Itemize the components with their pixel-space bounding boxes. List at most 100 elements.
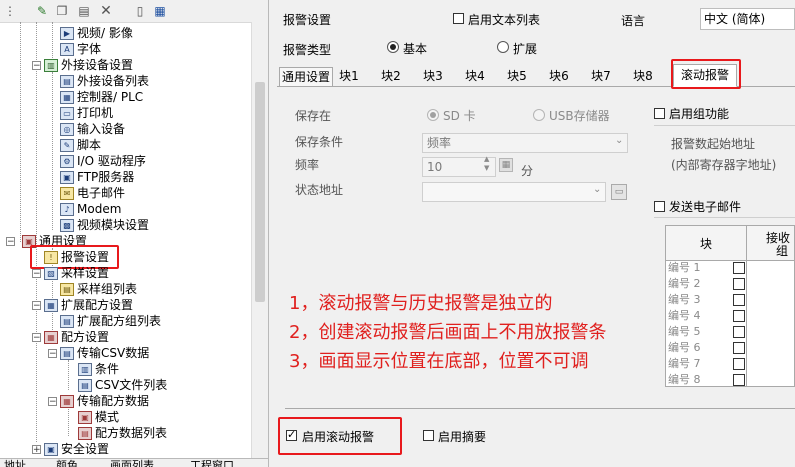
csv-icon: ▤ xyxy=(60,346,74,360)
tree-item-video[interactable]: ▶ 视频/ 影像 xyxy=(60,25,133,41)
email-block-table: 块 接收 组 编号 1 编号 2 编号 3 编号 4 编号 5 编号 6 编号 … xyxy=(665,225,795,387)
collapse-toggle[interactable]: − xyxy=(48,397,57,407)
send-email-checkbox[interactable] xyxy=(654,201,665,212)
tree-item-security[interactable]: ▣ 安全设置 xyxy=(44,441,109,457)
tree-item-input-device[interactable]: ◎ 输入设备 xyxy=(60,121,125,137)
enable-scroll-alarm-checkbox[interactable] xyxy=(286,428,297,441)
tab-block8[interactable]: 块8 xyxy=(629,67,657,85)
tree-item-alarm-settings[interactable]: ! 报警设置 xyxy=(44,249,109,265)
tab-block6[interactable]: 块6 xyxy=(545,67,573,85)
alarm-type-extended-label: 扩展 xyxy=(513,42,538,56)
tree-item-sampling-groups[interactable]: ▤ 采样组列表 xyxy=(60,281,137,297)
tree-item-printer[interactable]: ▭ 打印机 xyxy=(60,105,113,121)
collapse-toggle[interactable]: + xyxy=(32,445,41,455)
divider xyxy=(654,125,795,126)
tab-project-window[interactable]: 工程窗口 xyxy=(190,459,234,467)
tab-block7[interactable]: 块7 xyxy=(587,67,615,85)
frequency-unit: 分 xyxy=(521,164,534,178)
collapse-toggle[interactable]: − xyxy=(6,237,15,247)
row-checkbox[interactable] xyxy=(733,294,745,306)
row-checkbox[interactable] xyxy=(733,278,745,290)
language-select[interactable]: 中文 (简体) xyxy=(700,8,795,30)
edit-icon[interactable]: ✎ xyxy=(34,3,50,19)
table-row: 编号 2 xyxy=(668,277,701,290)
tree-item-sampling[interactable]: ▧ 采样设置 xyxy=(44,265,109,281)
frequency-label: 频率 xyxy=(295,158,320,172)
table-row: 编号 7 xyxy=(668,357,701,370)
sampling-icon: ▧ xyxy=(44,266,58,280)
scrollbar-thumb[interactable] xyxy=(255,82,265,302)
tree-item-condition[interactable]: ▥ 条件 xyxy=(78,361,119,377)
tab-color[interactable]: 颜色 xyxy=(56,459,78,467)
enable-group-checkbox[interactable] xyxy=(654,108,665,119)
alarm-type-basic-radio[interactable] xyxy=(387,41,399,53)
tab-general[interactable]: 通用设置 xyxy=(279,67,333,86)
table-row: 编号 4 xyxy=(668,309,701,322)
tab-address[interactable]: 地址 xyxy=(4,459,26,467)
copy-icon[interactable]: ❐ xyxy=(54,3,70,19)
grip-icon: ⋮ xyxy=(4,4,16,18)
list-icon: ▤ xyxy=(60,74,74,88)
printer-icon: ▭ xyxy=(60,106,74,120)
alarm-type-extended-radio[interactable] xyxy=(497,41,509,53)
tree-item-recipe-data-list[interactable]: ▤ 配方数据列表 xyxy=(78,425,167,441)
row-checkbox[interactable] xyxy=(733,310,745,322)
collapse-toggle[interactable]: − xyxy=(32,301,41,311)
usb-radio[interactable] xyxy=(533,109,545,121)
mail-icon: ✉ xyxy=(60,186,74,200)
enable-summary-checkbox[interactable] xyxy=(423,430,434,441)
tree-item-font[interactable]: A 字体 xyxy=(60,41,101,57)
enable-text-list-checkbox[interactable] xyxy=(453,13,464,24)
paste-icon[interactable]: ▤ xyxy=(76,3,92,19)
tree-line xyxy=(36,22,37,442)
tree-item-recipe[interactable]: ▦ 配方设置 xyxy=(44,329,109,345)
status-address-input[interactable] xyxy=(422,182,606,202)
document-icon[interactable]: ▯ xyxy=(132,3,148,19)
tree-item-external-devices[interactable]: ▥ 外接设备设置 xyxy=(44,57,133,73)
tab-scroll-alarm[interactable]: 滚动报警 xyxy=(673,64,737,87)
save-condition-select[interactable]: 频率 xyxy=(422,133,628,153)
tree-item-email[interactable]: ✉ 电子邮件 xyxy=(60,185,125,201)
tree-item-ftp-server[interactable]: ▣ FTP服务器 xyxy=(60,169,134,185)
tree-item-extended-recipe[interactable]: ▦ 扩展配方设置 xyxy=(44,297,133,313)
tab-screen-list[interactable]: 画面列表 xyxy=(110,459,154,467)
tab-block1[interactable]: 块1 xyxy=(335,67,363,85)
tree-item-extended-recipe-groups[interactable]: ▤ 扩展配方组列表 xyxy=(60,313,161,329)
properties-icon[interactable]: ▦ xyxy=(152,3,168,19)
tree-item-external-device-list[interactable]: ▤ 外接设备列表 xyxy=(60,73,149,89)
tab-block3[interactable]: 块3 xyxy=(419,67,447,85)
tree-item-mode[interactable]: ▣ 模式 xyxy=(78,409,119,425)
tree-item-modem[interactable]: ♪ Modem xyxy=(60,201,121,217)
row-checkbox[interactable] xyxy=(733,262,745,274)
tree-line xyxy=(68,360,69,390)
collapse-toggle[interactable]: − xyxy=(32,333,41,343)
tree-item-general-settings[interactable]: ▣ 通用设置 xyxy=(22,233,87,249)
tab-block5[interactable]: 块5 xyxy=(503,67,531,85)
server-icon: ▣ xyxy=(60,170,74,184)
tree-scrollbar[interactable] xyxy=(251,22,268,458)
tree-item-video-module[interactable]: ▩ 视频模块设置 xyxy=(60,217,149,233)
tree-item-script[interactable]: ✎ 脚本 xyxy=(60,137,101,153)
address-picker-icon[interactable]: ▭ xyxy=(611,184,627,200)
row-checkbox[interactable] xyxy=(733,358,745,370)
tab-block2[interactable]: 块2 xyxy=(377,67,405,85)
sd-card-radio[interactable] xyxy=(427,109,439,121)
delete-icon[interactable]: ✕ xyxy=(98,3,114,19)
tree-item-plc[interactable]: ▦ 控制器/ PLC xyxy=(60,89,143,105)
internal-register-label: (内部寄存器字地址) xyxy=(671,158,777,172)
row-checkbox[interactable] xyxy=(733,374,745,386)
keypad-icon[interactable]: ▦ xyxy=(499,158,513,172)
tree-item-csv-file-list[interactable]: ▤ CSV文件列表 xyxy=(78,377,167,393)
row-checkbox[interactable] xyxy=(733,326,745,338)
spinner-icon[interactable]: ▲ ▼ xyxy=(484,155,489,173)
tree-item-transfer-recipe[interactable]: ▦ 传输配方数据 xyxy=(60,393,149,409)
tree-toolbar: ⋮ ✎ ❐ ▤ ✕ ▯ ▦ xyxy=(0,0,268,23)
row-checkbox[interactable] xyxy=(733,342,745,354)
tree-item-io-driver[interactable]: ⚙ I/O 驱动程序 xyxy=(60,153,146,169)
collapse-toggle[interactable]: − xyxy=(32,269,41,279)
collapse-toggle[interactable]: − xyxy=(48,349,57,359)
collapse-toggle[interactable]: − xyxy=(32,61,41,71)
tab-block4[interactable]: 块4 xyxy=(461,67,489,85)
alarm-settings-panel: 报警设置 启用文本列表 语言 中文 (简体) 报警类型 基本 扩展 通用设置 块… xyxy=(269,0,795,467)
tree-item-transfer-csv[interactable]: ▤ 传输CSV数据 xyxy=(60,345,149,361)
